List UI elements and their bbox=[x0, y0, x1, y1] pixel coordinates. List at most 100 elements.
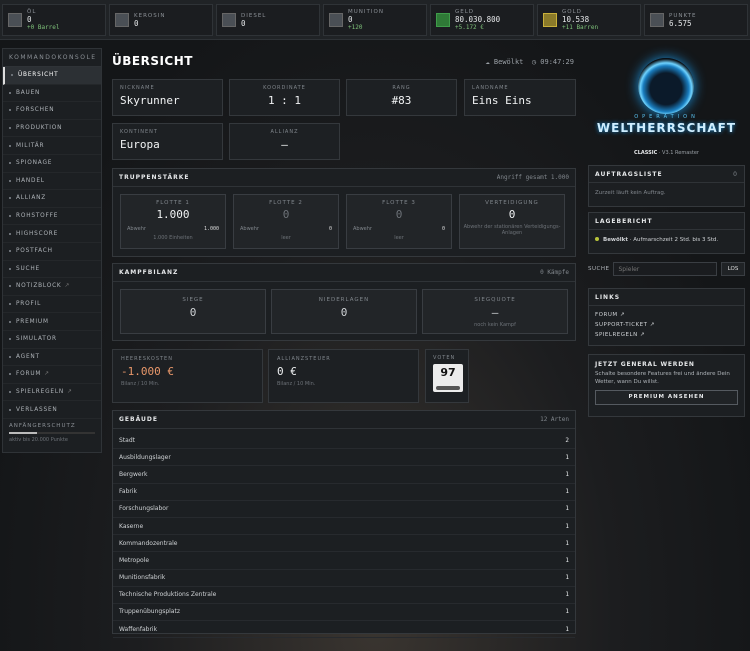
sidebar-item-forschen[interactable]: FORSCHEN bbox=[3, 102, 101, 120]
page-title: ÜBERSICHT bbox=[112, 54, 193, 68]
sidebar-item-notizblock[interactable]: NOTIZBLOCK ↗ bbox=[3, 278, 101, 296]
fleet-label: VERTEIDIGUNG bbox=[485, 200, 539, 206]
resource-label: Kerosin bbox=[134, 12, 166, 19]
building-row[interactable]: Kaserne 1 bbox=[113, 518, 575, 536]
fleet-value: 0 bbox=[282, 208, 290, 221]
player-search-input[interactable] bbox=[613, 262, 717, 276]
sidebar-item-label: POSTFACH bbox=[16, 248, 53, 255]
fleet-defense-value: 1.000 bbox=[203, 226, 219, 232]
bullet-icon bbox=[9, 197, 11, 200]
sidebar-item-produktion[interactable]: PRODUKTION bbox=[3, 120, 101, 138]
resource-geld: Geld 80.030.800 +5.172 € bbox=[430, 4, 534, 36]
building-row[interactable]: Kommandozentrale 1 bbox=[113, 535, 575, 553]
ammo-icon bbox=[329, 13, 343, 27]
sidebar-item-profil[interactable]: PROFIL bbox=[3, 296, 101, 314]
premium-panel: JETZT GENERAL WERDEN Schalte besondere F… bbox=[588, 354, 745, 417]
sidebar-header: KOMMANDOKONSOLE bbox=[3, 49, 101, 67]
sidebar-item-verlassen[interactable]: VERLASSEN bbox=[3, 401, 101, 419]
player-search: SUCHE LOS bbox=[588, 262, 745, 276]
vote-count: 97 bbox=[440, 366, 456, 379]
alliance-tax-label: ALLIANZSTEUER bbox=[277, 356, 331, 362]
sidebar-item-suche[interactable]: SUCHE bbox=[3, 261, 101, 279]
sidebar-item-postfach[interactable]: POSTFACH bbox=[3, 243, 101, 261]
rank-value: #83 bbox=[391, 94, 412, 107]
search-go-button[interactable]: LOS bbox=[721, 262, 745, 276]
fleet-box[interactable]: FLOTTE 2 0 Abwehr 0 leer bbox=[233, 194, 339, 249]
troop-strength-title: TRUPPENSTÄRKE bbox=[119, 174, 190, 181]
building-row[interactable]: Bergwerk 1 bbox=[113, 466, 575, 484]
resource-punkte: Punkte 6.575 bbox=[644, 4, 748, 36]
bullet-icon bbox=[9, 408, 11, 411]
building-name: Kommandozentrale bbox=[119, 539, 178, 547]
sidebar-item-label: PROFIL bbox=[16, 301, 42, 308]
building-row[interactable]: Truppenübungsplatz 1 bbox=[113, 604, 575, 622]
alliance-label: ALLIANZ bbox=[270, 129, 299, 135]
situation-text: · Aufmarschzeit 2 Std. bis 3 Std. bbox=[627, 237, 719, 243]
bullet-icon bbox=[9, 355, 11, 358]
building-count: 1 bbox=[565, 574, 569, 582]
alliance-card[interactable]: ALLIANZ – bbox=[229, 123, 340, 160]
coordinate-label: KOORDINATE bbox=[263, 85, 306, 91]
building-row[interactable]: Fabrik 1 bbox=[113, 484, 575, 501]
sidebar-item-label: FORUM bbox=[16, 371, 42, 378]
beginner-protection: ANFÄNGERSCHUTZ aktiv bis 20.000 Punkte bbox=[3, 419, 101, 447]
fleet-box[interactable]: FLOTTE 1 1.000 Abwehr 1.000 1.000 Einheiten bbox=[120, 194, 226, 249]
building-name: Forschungslabor bbox=[119, 505, 169, 513]
sidebar-item-allianz[interactable]: ALLIANZ bbox=[3, 190, 101, 208]
beginner-text: aktiv bis 20.000 Punkte bbox=[9, 436, 68, 443]
continent-value: Europa bbox=[120, 138, 160, 151]
building-row[interactable]: Metropole 1 bbox=[113, 552, 575, 570]
sidebar-item-label: HIGHSCORE bbox=[16, 230, 59, 237]
situation-panel: LAGEBERICHT Bewölkt · Aufmarschzeit 2 St… bbox=[588, 212, 745, 254]
sidebar-item-bauen[interactable]: BAUEN bbox=[3, 85, 101, 103]
link-forum[interactable]: FORUM ↗ bbox=[589, 310, 744, 320]
building-count: 1 bbox=[565, 625, 569, 633]
building-row[interactable]: Ausbildungslager 1 bbox=[113, 449, 575, 467]
sidebar-item-simulator[interactable]: SIMULATOR bbox=[3, 331, 101, 349]
sidebar-item-militär[interactable]: MILITÄR bbox=[3, 137, 101, 155]
sidebar-item-label: MILITÄR bbox=[16, 142, 45, 149]
sidebar-item-rohstoffe[interactable]: ROHSTOFFE bbox=[3, 208, 101, 226]
vote-card[interactable]: VOTEN 97 bbox=[425, 349, 469, 403]
sidebar-item-agent[interactable]: AGENT bbox=[3, 349, 101, 367]
building-count: 1 bbox=[565, 488, 569, 496]
sidebar-item-premium[interactable]: PREMIUM bbox=[3, 313, 101, 331]
building-name: Kaserne bbox=[119, 522, 144, 530]
sidebar-item-übersicht[interactable]: ÜBERSICHT bbox=[3, 67, 101, 85]
alliance-tax-foot: Bilanz / 10 Min. bbox=[277, 381, 316, 387]
continent-card: KONTINENT Europa bbox=[112, 123, 223, 160]
troop-strength-panel: TRUPPENSTÄRKE Angriff gesamt 1.000 FLOTTE… bbox=[112, 168, 576, 257]
building-row[interactable]: Forschungslabor 1 bbox=[113, 501, 575, 518]
link-support-ticket[interactable]: SUPPORT-TICKET ↗ bbox=[589, 320, 744, 330]
vote-badge[interactable]: 97 bbox=[433, 364, 463, 392]
fleet-box[interactable]: FLOTTE 3 0 Abwehr 0 leer bbox=[346, 194, 452, 249]
search-label: SUCHE bbox=[588, 266, 610, 272]
sidebar-item-spielregeln[interactable]: SPIELREGELN ↗ bbox=[3, 384, 101, 402]
resource-öl: Öl 0 +0 Barrel bbox=[2, 4, 106, 36]
fleet-box[interactable]: VERTEIDIGUNG 0 Abwehr der stationären Vert… bbox=[459, 194, 565, 249]
premium-button[interactable]: PREMIUM ANSEHEN bbox=[595, 390, 738, 406]
sidebar-item-spionage[interactable]: SPIONAGE bbox=[3, 155, 101, 173]
building-row[interactable]: Munitionsfabrik 1 bbox=[113, 570, 575, 587]
building-count: 1 bbox=[565, 505, 569, 513]
sidebar-item-highscore[interactable]: HIGHSCORE bbox=[3, 225, 101, 243]
resource-value: 0 bbox=[348, 15, 353, 24]
kerosene-icon bbox=[115, 13, 129, 27]
game-logo: OPERATION WELTHERRSCHAFT CLASSIC · V3.1 … bbox=[588, 48, 745, 156]
building-name: Technische Produktions Zentrale bbox=[119, 591, 217, 599]
fleet-value: 0 bbox=[508, 208, 516, 221]
fleet-label: FLOTTE 3 bbox=[382, 200, 416, 206]
bullet-icon bbox=[9, 338, 11, 341]
army-cost-value: -1.000 € bbox=[121, 365, 174, 378]
sidebar-item-forum[interactable]: FORUM ↗ bbox=[3, 366, 101, 384]
sidebar-item-handel[interactable]: HANDEL bbox=[3, 173, 101, 191]
continent-label: KONTINENT bbox=[120, 129, 158, 135]
building-row[interactable]: Waffenfabrik 1 bbox=[113, 621, 575, 639]
buildings-title: GEBÄUDE bbox=[119, 416, 159, 423]
sidebar-item-label: PREMIUM bbox=[16, 318, 49, 325]
building-name: Metropole bbox=[119, 556, 150, 564]
building-row[interactable]: Stadt 2 bbox=[113, 432, 575, 450]
building-row[interactable]: Technische Produktions Zentrale 1 bbox=[113, 587, 575, 604]
link-rules[interactable]: SPIELREGELN ↗ bbox=[589, 330, 744, 340]
sidebar-nav: ÜBERSICHT BAUEN FORSCHEN PRODUKTION MILITÄR S… bbox=[3, 67, 101, 419]
